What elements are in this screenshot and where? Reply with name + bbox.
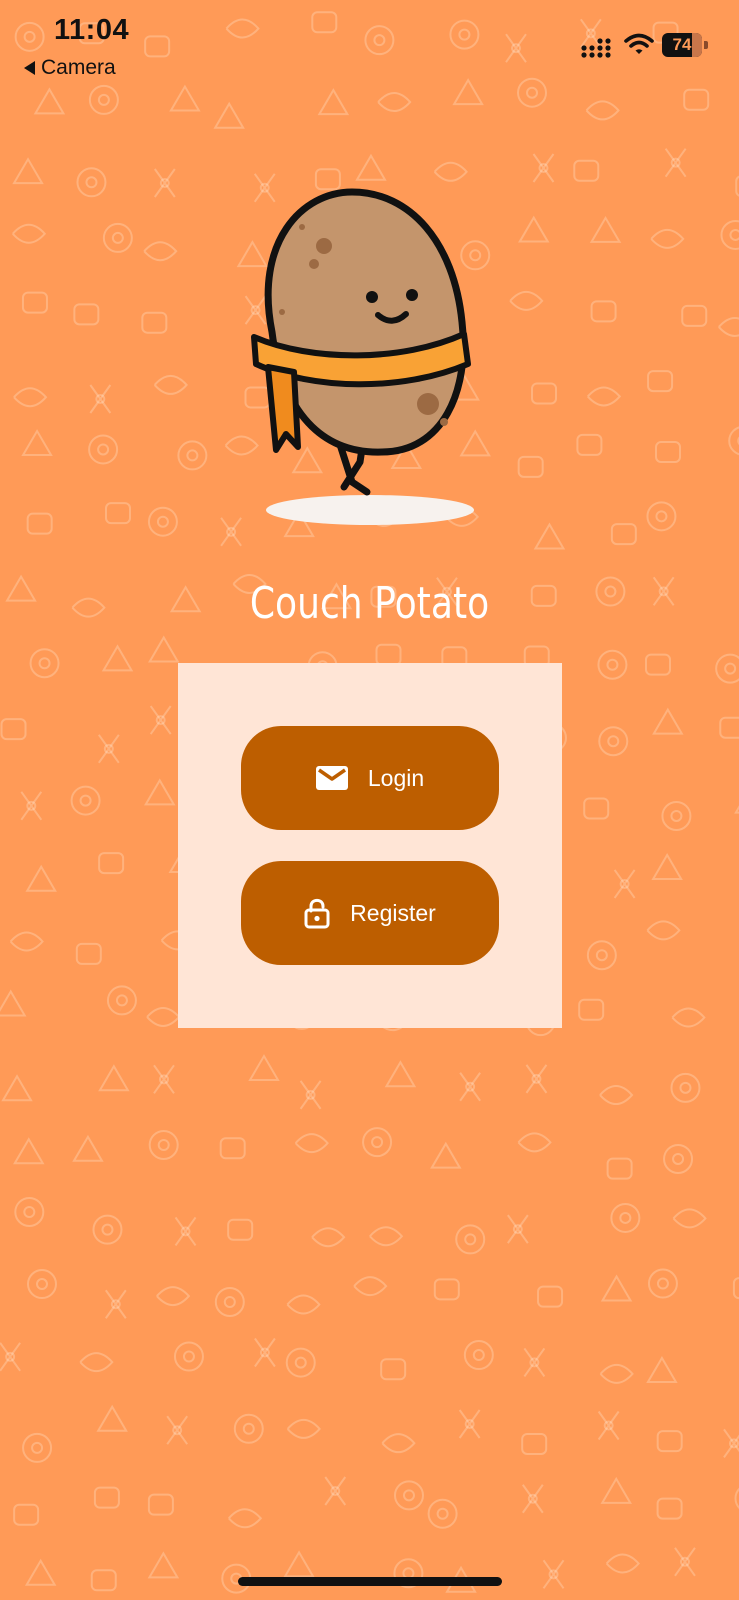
login-label: Login	[367, 764, 425, 791]
back-link-label: Camera	[41, 56, 116, 79]
register-label: Register	[350, 899, 436, 926]
app-title: Couch Potato	[249, 578, 490, 629]
battery-icon: 74	[662, 33, 708, 57]
lock-icon	[304, 898, 330, 929]
back-arrow-icon	[24, 61, 35, 75]
login-button[interactable]: Login	[241, 726, 499, 830]
status-bar: 11:04 Camera 74	[0, 0, 739, 90]
battery-level: 74	[672, 35, 692, 54]
register-button[interactable]: Register	[241, 861, 499, 965]
home-indicator	[238, 1577, 502, 1586]
wifi-icon	[624, 33, 654, 54]
status-time: 11:04	[54, 14, 130, 46]
potato-mascot	[232, 182, 508, 542]
auth-panel: Login Register	[178, 663, 562, 1028]
signal-icon	[581, 38, 611, 58]
mail-icon	[315, 766, 348, 790]
back-to-camera-link[interactable]: Camera	[24, 56, 116, 80]
